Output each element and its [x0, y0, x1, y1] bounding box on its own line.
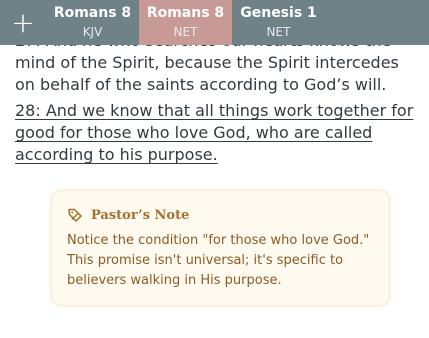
tab-romans-8-net[interactable]: Romans 8 NET	[139, 0, 232, 45]
pastor-note-card: Pastor’s Note Notice the condition "for …	[51, 190, 390, 306]
note-title: Pastor’s Note	[91, 207, 190, 223]
plus-icon: +	[11, 5, 35, 39]
tab-title: Genesis 1	[240, 5, 317, 21]
tab-version: KJV	[82, 25, 103, 39]
tab-romans-8-kjv[interactable]: Romans 8 KJV	[46, 0, 139, 45]
tab-version: NET	[173, 25, 198, 39]
note-header: Pastor’s Note	[67, 207, 374, 223]
verse-28[interactable]: 28: And we know that all things work tog…	[15, 100, 415, 166]
chapter-text: 27: And he who searches our hearts knows…	[15, 30, 415, 166]
note-body: Notice the condition "for those who love…	[67, 233, 370, 288]
tab-bar: + Romans 8 KJV Romans 8 NET Genesis 1 NE…	[0, 0, 429, 45]
tab-version: NET	[266, 25, 291, 39]
tag-icon	[68, 208, 82, 222]
tab-title: Romans 8	[53, 5, 132, 21]
add-tab-button[interactable]: +	[0, 0, 46, 45]
tab-genesis-1-net[interactable]: Genesis 1 NET	[232, 0, 325, 45]
tab-title: Romans 8	[146, 5, 225, 21]
